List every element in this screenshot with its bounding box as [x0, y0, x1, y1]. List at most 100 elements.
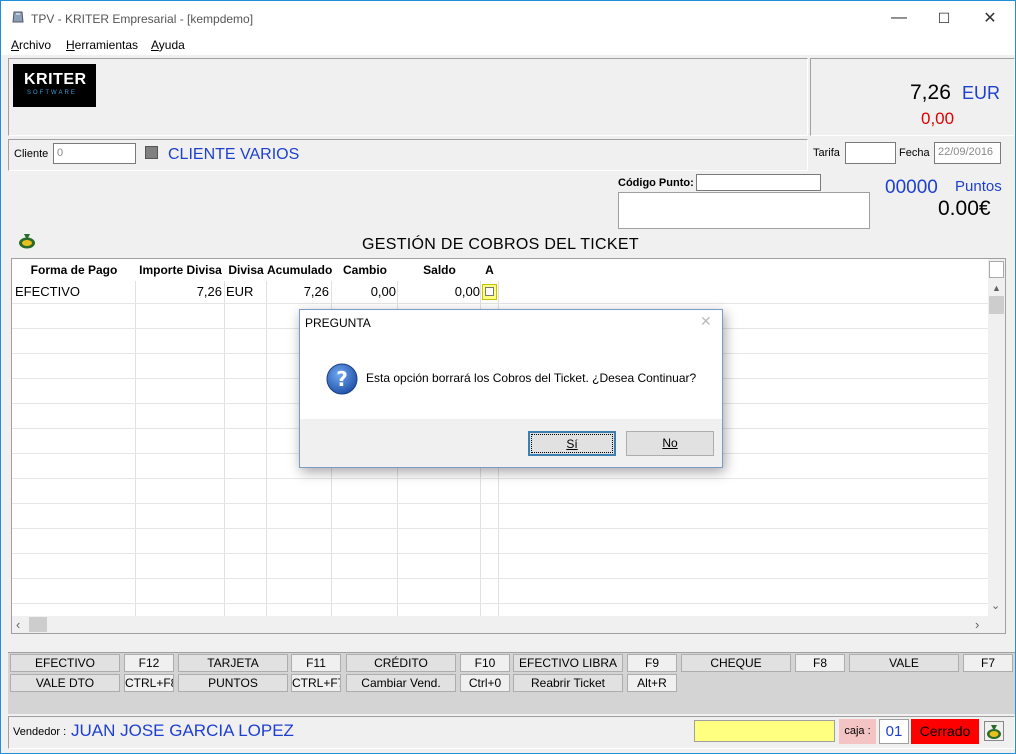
confirm-dialog: PREGUNTA ✕ ? Esta opción borrará los Cob…: [299, 309, 723, 468]
no-button[interactable]: No: [626, 431, 714, 456]
grid-row-line: [12, 528, 988, 529]
maximize-button[interactable]: ☐: [921, 1, 967, 35]
dialog-close-icon[interactable]: ✕: [700, 313, 712, 330]
col-saldo[interactable]: Saldo: [398, 263, 481, 277]
scroll-up-icon[interactable]: ▲: [992, 283, 1001, 293]
cell-forma: EFECTIVO: [15, 284, 81, 299]
vale-button[interactable]: VALE: [849, 654, 959, 672]
grid-row-line: [12, 303, 988, 304]
pending-amount: 0,00: [921, 109, 955, 128]
client-name: CLIENTE VARIOS: [168, 146, 300, 163]
tarifa-input[interactable]: [845, 142, 896, 164]
col-importe-divisa[interactable]: Importe Divisa: [136, 263, 225, 277]
points-label: Puntos: [955, 178, 1002, 195]
grid-row-line: [12, 503, 988, 504]
title-bar: TPV - KRITER Empresarial - [kempdemo] — …: [1, 1, 1015, 35]
scroll-right-icon[interactable]: ›: [975, 617, 979, 632]
col-forma-pago[interactable]: Forma de Pago: [12, 263, 136, 277]
grid-divider: [224, 281, 225, 616]
total-amount: 7,26: [910, 81, 951, 104]
cambiar-vendedor-button[interactable]: Cambiar Vend.: [346, 674, 456, 692]
points-info-box: [618, 192, 870, 229]
cell-acumulado: 7,26: [303, 284, 329, 299]
col-cambio[interactable]: Cambio: [332, 263, 398, 277]
close-button[interactable]: ✕: [967, 1, 1013, 35]
vale-dto-button[interactable]: VALE DTO: [10, 674, 120, 692]
message-field: [694, 720, 835, 742]
hscroll-thumb[interactable]: [29, 617, 47, 632]
reabrir-ticket-button[interactable]: Reabrir Ticket: [513, 674, 623, 692]
scroll-thumb[interactable]: [989, 296, 1004, 314]
header-panel: [8, 58, 808, 136]
section-title: GESTIÓN DE COBROS DEL TICKET: [362, 236, 639, 253]
col-acumulado[interactable]: Acumulado: [267, 263, 332, 277]
key-ctrl-f7: CTRL+F7: [291, 674, 341, 692]
cell-a-checkbox[interactable]: [482, 284, 497, 300]
fecha-input[interactable]: 22/09/2016: [934, 142, 1001, 164]
efectivo-button[interactable]: EFECTIVO: [10, 654, 120, 672]
table-row[interactable]: EFECTIVO 7,26 EUR 7,26 0,00 0,00: [12, 281, 498, 303]
key-f12: F12: [124, 654, 174, 672]
yes-button[interactable]: Sí: [528, 431, 616, 456]
caja-label: caja :: [839, 719, 876, 744]
logo-subtext: SOFTWARE: [27, 90, 77, 96]
menu-ayuda[interactable]: Ayuda: [151, 38, 185, 52]
tarjeta-button[interactable]: TARJETA: [178, 654, 288, 672]
key-f7: F7: [963, 654, 1013, 672]
cash-drawer-icon[interactable]: [984, 721, 1004, 741]
key-f9: F9: [627, 654, 677, 672]
menu-archivo[interactable]: Archivo: [11, 38, 51, 52]
client-code-input[interactable]: 0: [53, 143, 136, 164]
no-button-label: No: [662, 436, 678, 450]
dialog-title: PREGUNTA: [305, 316, 371, 330]
vendedor-label: Vendedor :: [13, 726, 67, 738]
codigo-punto-input[interactable]: [696, 174, 821, 191]
client-label: Cliente: [14, 148, 49, 160]
key-f11: F11: [291, 654, 341, 672]
cell-importe: 7,26: [196, 284, 222, 299]
yes-button-label: Sí: [566, 437, 578, 451]
scroll-down-icon[interactable]: ⌄: [991, 599, 1000, 612]
menu-herramientas[interactable]: Herramientas: [66, 38, 138, 52]
menu-bar: Archivo Herramientas Ayuda: [1, 35, 1015, 55]
puntos-button[interactable]: PUNTOS: [178, 674, 288, 692]
cell-divisa: EUR: [226, 284, 254, 299]
estado-badge: Cerrado: [911, 719, 979, 744]
svg-text:?: ?: [336, 367, 348, 391]
cell-saldo: 0,00: [454, 284, 480, 299]
cell-cambio: 0,00: [370, 284, 396, 299]
grid-row-line: [12, 553, 988, 554]
window-title: TPV - KRITER Empresarial - [kempdemo]: [31, 12, 254, 26]
client-checkbox[interactable]: [145, 146, 158, 159]
key-ctrl-f8: CTRL+F8: [124, 674, 174, 692]
scroll-left-icon[interactable]: ‹: [16, 617, 20, 632]
tarifa-label: Tarifa: [813, 147, 840, 159]
col-divisa[interactable]: Divisa: [225, 263, 267, 277]
kriter-logo: KRITER SOFTWARE: [13, 64, 96, 107]
horizontal-scrollbar[interactable]: ‹ ›: [12, 616, 1005, 633]
dialog-message: Esta opción borrará los Cobros del Ticke…: [366, 371, 697, 385]
minimize-button[interactable]: —: [876, 1, 922, 35]
codigo-punto-label: Código Punto:: [618, 177, 694, 189]
efectivo-libra-button[interactable]: EFECTIVO LIBRA: [513, 654, 623, 672]
points-amount: 0.00€: [938, 197, 991, 220]
col-a[interactable]: A: [481, 263, 498, 277]
points-count: 00000: [885, 177, 938, 198]
credito-button[interactable]: CRÉDITO: [346, 654, 456, 672]
money-bag-icon[interactable]: [17, 231, 37, 249]
vendedor-name: JUAN JOSE GARCIA LOPEZ: [71, 721, 294, 740]
grid-row-line: [12, 578, 988, 579]
question-icon: ?: [326, 363, 358, 395]
grid-divider: [135, 281, 136, 616]
key-alt-r: Alt+R: [627, 674, 677, 692]
fecha-label: Fecha: [899, 147, 930, 159]
total-currency: EUR: [962, 83, 1001, 103]
logo-text: KRITER: [24, 71, 87, 88]
key-f10: F10: [460, 654, 510, 672]
key-f8: F8: [795, 654, 845, 672]
scroll-corner: [989, 261, 1004, 278]
caja-value: 01: [879, 719, 909, 744]
cheque-button[interactable]: CHEQUE: [681, 654, 791, 672]
grid-header: Forma de Pago Importe Divisa Divisa Acum…: [12, 259, 997, 281]
vertical-scrollbar[interactable]: ▲ ⌄: [988, 259, 1005, 616]
